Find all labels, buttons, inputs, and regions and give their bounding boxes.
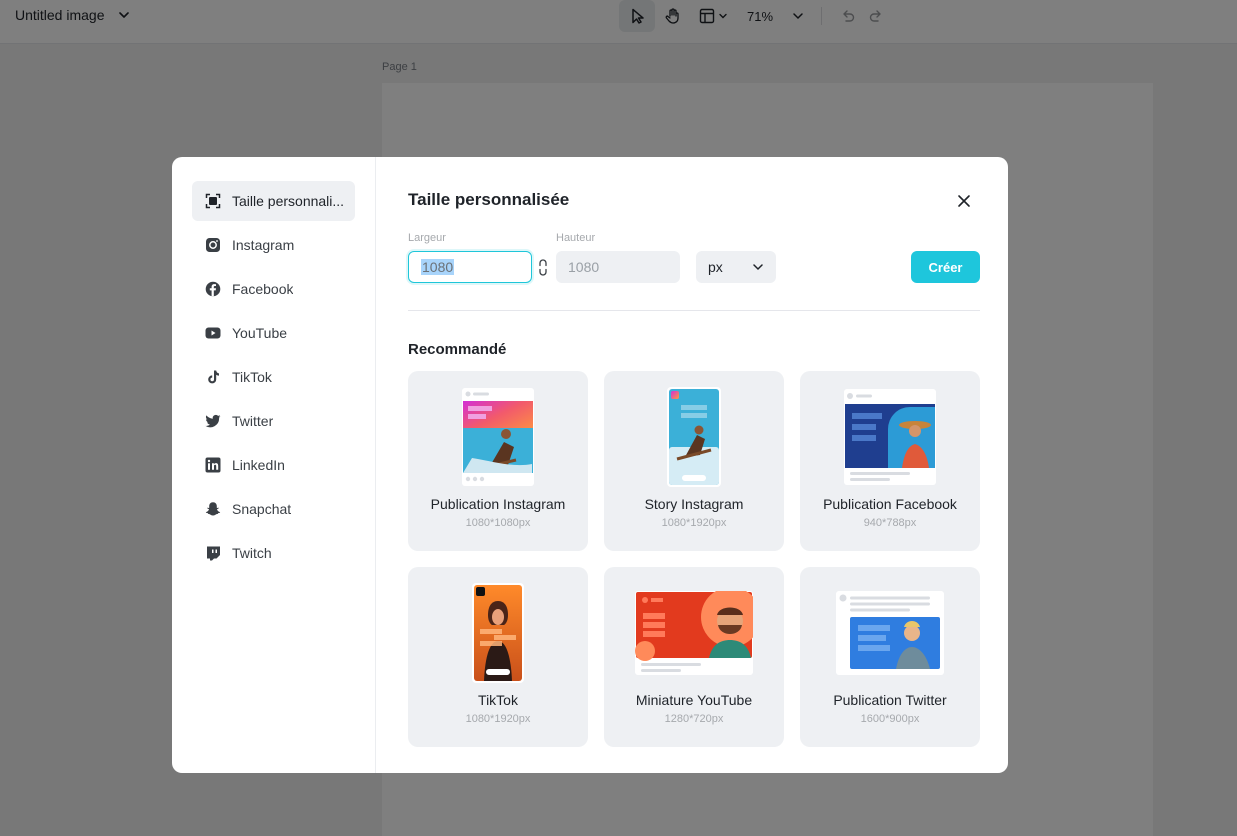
sidebar-item-tiktok[interactable]: TikTok	[192, 357, 355, 397]
custom-size-panel: Taille personnalisée Largeur 1080 Hauteu…	[408, 157, 980, 773]
resize-dialog: Taille personnali... Instagram Facebook …	[172, 157, 1008, 773]
sidebar-item-label: Snapchat	[232, 501, 292, 517]
dialog-title: Taille personnalisée	[408, 190, 570, 209]
preset-size: 1600*900px	[860, 713, 920, 725]
close-button[interactable]	[954, 191, 974, 211]
section-divider	[408, 310, 980, 311]
link-ratio-icon[interactable]	[538, 259, 548, 276]
preset-size: 1080*1920px	[465, 713, 531, 725]
width-label: Largeur	[408, 232, 446, 244]
tiktok-thumbnail	[408, 581, 588, 685]
preset-size: 1280*720px	[664, 713, 724, 725]
youtube-icon	[204, 324, 222, 342]
snapchat-icon	[204, 500, 222, 518]
sidebar-item-instagram[interactable]: Instagram	[192, 225, 355, 265]
preset-card-instagram-post[interactable]: Publication Instagram 1080*1080px	[408, 371, 588, 551]
preset-name: Publication Facebook	[823, 496, 957, 512]
sidebar-item-label: LinkedIn	[232, 457, 285, 473]
preset-name: Story Instagram	[644, 496, 744, 512]
sidebar-item-label: Twitter	[232, 413, 274, 429]
instagram-icon	[204, 236, 222, 254]
preset-size: 940*788px	[863, 517, 917, 529]
preset-name: Publication Twitter	[833, 692, 947, 708]
instagram-post-thumbnail	[408, 385, 588, 489]
sidebar-item-label: Facebook	[232, 281, 294, 297]
linkedin-icon	[204, 456, 222, 474]
preset-card-instagram-story[interactable]: Story Instagram 1080*1920px	[604, 371, 784, 551]
preset-name: Publication Instagram	[430, 496, 566, 512]
width-input[interactable]: 1080	[408, 251, 532, 283]
recommended-heading: Recommandé	[408, 341, 507, 358]
sidebar-item-label: Taille personnali...	[232, 193, 345, 209]
close-icon	[958, 195, 970, 207]
sidebar-item-facebook[interactable]: Facebook	[192, 269, 355, 309]
preset-card-youtube-thumbnail[interactable]: Miniature YouTube 1280*720px	[604, 567, 784, 747]
youtube-thumbnail-thumbnail	[604, 581, 784, 685]
preset-size: 1080*1920px	[661, 517, 727, 529]
height-placeholder: 1080	[568, 259, 600, 275]
twitter-icon	[204, 412, 222, 430]
size-category-sidebar: Taille personnali... Instagram Facebook …	[172, 157, 376, 773]
create-button[interactable]: Créer	[911, 251, 980, 283]
preset-card-twitter-post[interactable]: Publication Twitter 1600*900px	[800, 567, 980, 747]
instagram-story-thumbnail	[604, 385, 784, 489]
height-label: Hauteur	[556, 232, 596, 244]
sidebar-item-custom-size[interactable]: Taille personnali...	[192, 181, 355, 221]
sidebar-item-twitter[interactable]: Twitter	[192, 401, 355, 441]
facebook-icon	[204, 280, 222, 298]
custom-size-icon	[204, 192, 222, 210]
twitch-icon	[204, 544, 222, 562]
unit-value: px	[708, 259, 723, 275]
sidebar-item-label: YouTube	[232, 325, 288, 341]
sidebar-item-youtube[interactable]: YouTube	[192, 313, 355, 353]
preset-size: 1080*1080px	[465, 517, 531, 529]
sidebar-item-linkedin[interactable]: LinkedIn	[192, 445, 355, 485]
preset-card-tiktok[interactable]: TikTok 1080*1920px	[408, 567, 588, 747]
height-input[interactable]: 1080	[556, 251, 680, 283]
sidebar-item-twitch[interactable]: Twitch	[192, 533, 355, 573]
sidebar-item-snapchat[interactable]: Snapchat	[192, 489, 355, 529]
sidebar-item-label: Twitch	[232, 545, 272, 561]
facebook-post-thumbnail	[800, 385, 980, 489]
sidebar-item-label: TikTok	[232, 369, 272, 385]
preset-name: Miniature YouTube	[635, 692, 753, 708]
twitter-post-thumbnail	[800, 581, 980, 685]
preset-grid: Publication Instagram 1080*1080px Story …	[408, 371, 980, 747]
tiktok-icon	[204, 368, 222, 386]
width-value: 1080	[421, 259, 455, 275]
preset-name: TikTok	[478, 692, 518, 708]
chevron-down-icon	[753, 264, 763, 271]
sidebar-item-label: Instagram	[232, 237, 295, 253]
unit-select[interactable]: px	[696, 251, 776, 283]
preset-card-facebook-post[interactable]: Publication Facebook 940*788px	[800, 371, 980, 551]
